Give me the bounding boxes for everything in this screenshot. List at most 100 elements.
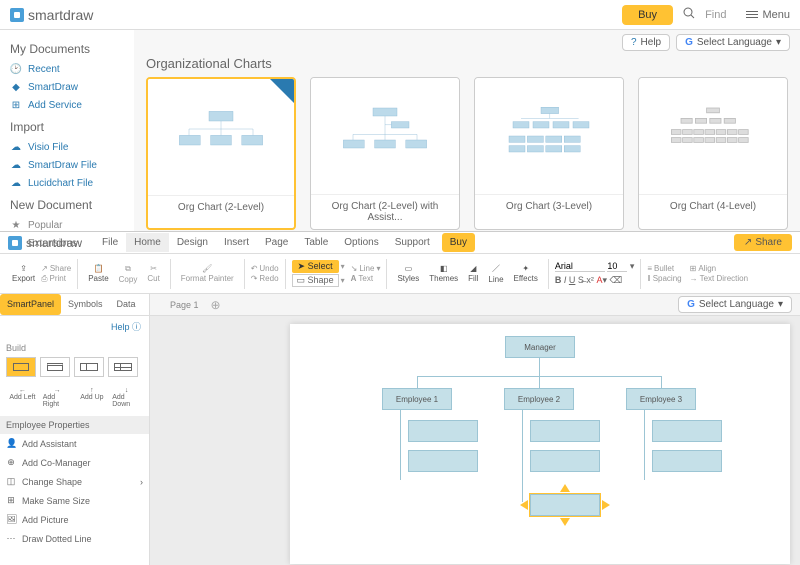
- handle-up-icon[interactable]: [560, 484, 570, 492]
- menu-buy[interactable]: Buy: [442, 233, 475, 252]
- font-color-button[interactable]: A: [596, 275, 602, 285]
- ribbon-select[interactable]: ➤ Select ▾: [292, 260, 345, 273]
- panel-help-link[interactable]: Help ⓘ: [0, 316, 149, 337]
- add-left-button[interactable]: ←Add Left: [6, 385, 39, 410]
- node-employee-2[interactable]: Employee 2: [504, 388, 574, 410]
- ribbon-line[interactable]: ／Line: [484, 263, 507, 284]
- ribbon-copy[interactable]: ⧉Copy: [115, 264, 142, 284]
- prop-same-size[interactable]: ⊞Make Same Size: [0, 491, 149, 510]
- ribbon-spacing[interactable]: ‖ Spacing: [647, 274, 681, 283]
- tab-smartpanel[interactable]: SmartPanel: [0, 294, 61, 315]
- help-button[interactable]: ?Help: [622, 34, 670, 51]
- prop-dotted-line[interactable]: ⋯Draw Dotted Line: [0, 529, 149, 548]
- prop-add-picture[interactable]: 🖼Add Picture: [0, 510, 149, 529]
- ribbon-styles[interactable]: ▭Styles: [393, 264, 423, 283]
- node-blank[interactable]: [652, 450, 722, 472]
- italic-button[interactable]: I: [564, 275, 567, 285]
- strike-button[interactable]: S̶: [578, 275, 584, 285]
- ribbon-print[interactable]: ⎙Print: [41, 274, 71, 284]
- ribbon-text-direction[interactable]: → Text Direction: [690, 274, 748, 283]
- shape-type-4[interactable]: [108, 357, 138, 377]
- node-manager[interactable]: Manager: [505, 336, 575, 358]
- ribbon-themes[interactable]: ◧Themes: [425, 264, 462, 283]
- menu-design[interactable]: Design: [169, 233, 216, 252]
- node-blank[interactable]: [408, 450, 478, 472]
- page-surface[interactable]: Manager Employee 1 Employee 2 Employee 3: [290, 324, 790, 564]
- menu-button[interactable]: Menu: [746, 9, 790, 21]
- shape-type-2[interactable]: [40, 357, 70, 377]
- shape-type-3[interactable]: [74, 357, 104, 377]
- font-family-input[interactable]: [555, 261, 605, 272]
- sidebar-item-visio[interactable]: ☁Visio File: [10, 138, 124, 156]
- font-size-input[interactable]: [607, 261, 627, 272]
- template-card-2level-assist[interactable]: Org Chart (2-Level) with Assist...: [310, 77, 460, 230]
- prop-add-comanager[interactable]: ⊕Add Co-Manager: [0, 453, 149, 472]
- editor-logo[interactable]: smartdraw: [8, 236, 82, 250]
- menu-options[interactable]: Options: [336, 233, 386, 252]
- logo[interactable]: smartdraw: [10, 7, 93, 23]
- ribbon-export[interactable]: ⇪Export: [8, 264, 39, 283]
- menu-support[interactable]: Support: [387, 233, 438, 252]
- tab-symbols[interactable]: Symbols: [61, 294, 110, 315]
- share-button[interactable]: ↗Share: [734, 234, 792, 251]
- sidebar-item-popular[interactable]: ★Popular: [10, 216, 124, 234]
- node-blank[interactable]: [652, 420, 722, 442]
- menu-home[interactable]: Home: [126, 233, 169, 252]
- paste-icon: 📋: [93, 264, 103, 273]
- ribbon-align[interactable]: ⊞ Align: [690, 264, 748, 273]
- menu-page[interactable]: Page: [257, 233, 296, 252]
- tab-data[interactable]: Data: [110, 294, 143, 315]
- bold-button[interactable]: B: [555, 275, 562, 285]
- ribbon-format-painter[interactable]: 🖌Format Painter: [177, 264, 238, 283]
- add-page-button[interactable]: ⊕: [211, 298, 221, 312]
- page-tab[interactable]: Page 1: [170, 300, 199, 310]
- clear-format-button[interactable]: ⌫: [609, 275, 622, 285]
- prop-change-shape[interactable]: ◫Change Shape›: [0, 472, 149, 491]
- prop-add-assistant[interactable]: 👤Add Assistant: [0, 434, 149, 453]
- underline-button[interactable]: U: [569, 275, 576, 285]
- add-right-button[interactable]: →Add Right: [41, 385, 74, 410]
- node-blank[interactable]: [530, 420, 600, 442]
- sidebar-section-new-document: New Document: [10, 198, 124, 212]
- menu-insert[interactable]: Insert: [216, 233, 257, 252]
- add-down-button[interactable]: ↓Add Down: [110, 385, 143, 410]
- buy-button[interactable]: Buy: [622, 5, 673, 25]
- search-icon[interactable]: [683, 7, 695, 22]
- sidebar-item-smartdraw-file[interactable]: ☁SmartDraw File: [10, 156, 124, 174]
- handle-down-icon[interactable]: [560, 518, 570, 526]
- template-card-3level[interactable]: Org Chart (3-Level): [474, 77, 624, 230]
- language-selector[interactable]: GSelect Language▾: [676, 34, 790, 51]
- shape-type-1[interactable]: [6, 357, 36, 377]
- ribbon-paste[interactable]: 📋Paste: [84, 264, 112, 283]
- node-blank[interactable]: [408, 420, 478, 442]
- sidebar-item-recent[interactable]: 🕑Recent: [10, 60, 124, 78]
- superscript-button[interactable]: x²: [586, 275, 594, 285]
- canvas[interactable]: Page 1 ⊕ GSelect Language▾ Manager Emplo…: [150, 294, 800, 565]
- handle-right-icon[interactable]: [602, 500, 610, 510]
- template-card-2level[interactable]: Org Chart (2-Level): [146, 77, 296, 230]
- find-input[interactable]: Find: [705, 9, 726, 21]
- arrow-left-icon: ←: [19, 387, 26, 394]
- node-employee-1[interactable]: Employee 1: [382, 388, 452, 410]
- ribbon-bullet[interactable]: ≡ Bullet: [647, 264, 681, 273]
- ribbon-cut[interactable]: ✂Cut: [143, 264, 163, 283]
- canvas-language-selector[interactable]: GSelect Language▾: [678, 296, 792, 313]
- menu-table[interactable]: Table: [296, 233, 336, 252]
- ribbon-share[interactable]: ↗Share: [41, 264, 71, 273]
- menu-file[interactable]: File: [94, 233, 126, 252]
- ribbon-text-tool[interactable]: A Text: [351, 274, 381, 283]
- add-up-button[interactable]: ↑Add Up: [76, 385, 109, 410]
- template-card-4level[interactable]: Org Chart (4-Level): [638, 77, 788, 230]
- ribbon-fill[interactable]: ◢Fill: [464, 264, 482, 283]
- ribbon-effects[interactable]: ✦Effects: [510, 264, 542, 283]
- node-selected[interactable]: [530, 494, 600, 516]
- sidebar-item-smartdraw[interactable]: ◆SmartDraw: [10, 78, 124, 96]
- node-employee-3[interactable]: Employee 3: [626, 388, 696, 410]
- ribbon-undo[interactable]: ↶Undo: [251, 264, 279, 273]
- sidebar-item-add-service[interactable]: ⊞Add Service: [10, 96, 124, 114]
- ribbon-shape[interactable]: ▭ Shape ▾: [292, 274, 345, 287]
- ribbon-redo[interactable]: ↷Redo: [251, 274, 279, 283]
- sidebar-item-lucidchart[interactable]: ☁Lucidchart File: [10, 174, 124, 192]
- node-blank[interactable]: [530, 450, 600, 472]
- ribbon-line-tool[interactable]: ↘ Line ▾: [351, 264, 381, 273]
